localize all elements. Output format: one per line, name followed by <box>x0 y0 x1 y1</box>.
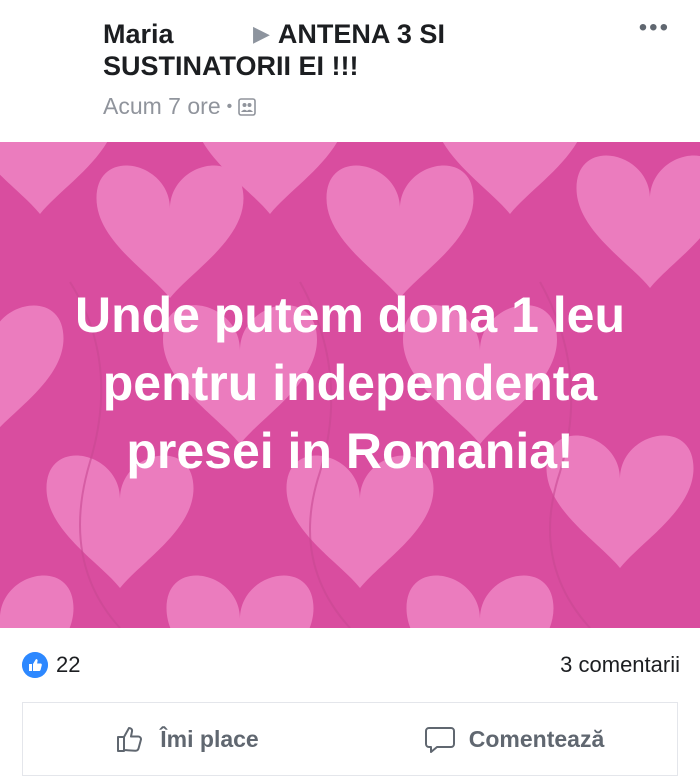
like-count[interactable]: 22 <box>56 652 80 678</box>
like-button[interactable]: Îmi place <box>23 703 350 775</box>
group-icon <box>238 97 257 116</box>
thumbs-up-icon <box>117 727 143 752</box>
post-card: Maria ▶ ANTENA 3 SI SUSTINATORII EI !!! Ac… <box>0 0 700 778</box>
like-icon[interactable] <box>22 652 48 678</box>
like-button-label: Îmi place <box>160 725 259 752</box>
post-timestamp[interactable]: Acum 7 ore <box>103 93 221 120</box>
post-image-text: Unde putem dona 1 leu pentru independent… <box>74 287 626 479</box>
author-name[interactable]: Maria <box>103 18 253 50</box>
comment-button[interactable]: Comentează <box>350 703 677 775</box>
more-options-button[interactable]: ••• <box>639 14 670 42</box>
post-image-text-wrapper: Unde putem dona 1 leu pentru independent… <box>0 142 700 628</box>
post-author-line: Maria ▶ ANTENA 3 SI SUSTINATORII EI !!! <box>103 18 623 82</box>
comment-count[interactable]: 3 comentarii <box>560 652 680 678</box>
comment-icon <box>424 727 455 753</box>
arrow-right-icon: ▶ <box>253 21 270 46</box>
meta-separator: • <box>226 97 233 115</box>
post-meta: Acum 7 ore • <box>103 93 257 120</box>
reactions-bar: 22 3 comentarii <box>0 628 700 698</box>
post-image[interactable]: Unde putem dona 1 leu pentru independent… <box>0 142 700 628</box>
comment-button-label: Comentează <box>468 725 605 752</box>
action-bar: Îmi place Comentează <box>22 702 678 776</box>
post-header: Maria ▶ ANTENA 3 SI SUSTINATORII EI !!! Ac… <box>0 0 700 142</box>
